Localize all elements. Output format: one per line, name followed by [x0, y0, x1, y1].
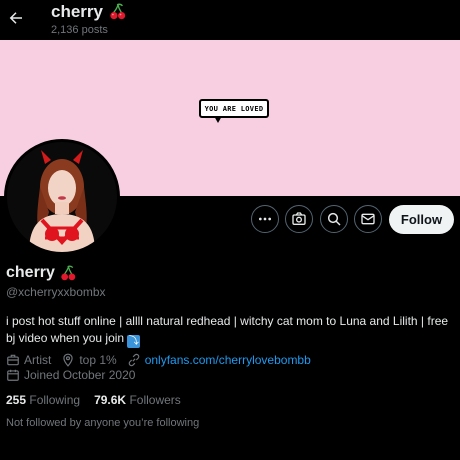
- joined-date: Joined October 2020: [24, 368, 136, 382]
- display-name-text: cherry: [6, 264, 55, 281]
- down-arrow-emoji-icon: ⤵: [127, 335, 141, 348]
- profile-website-link[interactable]: onlyfans.com/cherrylovebombb: [145, 353, 311, 367]
- envelope-icon: [361, 213, 375, 225]
- top-bar: cherry 2,136 posts: [0, 0, 460, 40]
- calendar-icon: [7, 369, 19, 381]
- avatar[interactable]: [4, 139, 120, 255]
- follow-button[interactable]: Follow: [389, 205, 454, 234]
- page-title: cherry: [51, 2, 127, 22]
- following-label: Following: [29, 393, 81, 407]
- back-arrow-icon[interactable]: [7, 9, 25, 27]
- cherry-emoji-icon: [110, 3, 126, 20]
- bio-text: i post hot stuff online | allll natural …: [6, 314, 449, 345]
- user-handle: @xcherryxxbombx: [6, 285, 106, 299]
- followers-stat[interactable]: 79.6K Followers: [94, 393, 181, 407]
- followers-count: 79.6K: [94, 393, 127, 407]
- page-title-text: cherry: [51, 2, 103, 21]
- banner-speech-bubble: YOU ARE LOVED: [199, 99, 269, 118]
- profile-category: Artist: [24, 353, 52, 367]
- followed-by-note: Not followed by anyone you’re following: [6, 417, 200, 429]
- search-profile-button[interactable]: [320, 205, 348, 233]
- display-name: cherry: [6, 264, 77, 282]
- briefcase-icon: [7, 354, 19, 366]
- search-icon: [327, 212, 341, 226]
- location-pin-icon: [63, 353, 74, 367]
- link-icon: [128, 353, 140, 367]
- followers-label: Followers: [129, 393, 181, 407]
- profile-meta-row: Artist top 1% onlyfans.com/cherrylovebom…: [6, 353, 311, 367]
- post-count: 2,136 posts: [51, 24, 108, 36]
- profile-location: top 1%: [79, 353, 117, 367]
- profile-bio: i post hot stuff online | allll natural …: [6, 313, 451, 348]
- cherry-emoji-icon: [61, 264, 76, 280]
- message-button[interactable]: [354, 205, 382, 233]
- more-horizontal-icon: [259, 217, 271, 221]
- camera-subscribe-icon: [292, 212, 306, 225]
- profile-joined-row: Joined October 2020: [6, 368, 135, 382]
- subscribe-button[interactable]: [285, 205, 313, 233]
- following-stat[interactable]: 255 Following: [6, 393, 80, 407]
- more-button[interactable]: [251, 205, 279, 233]
- follow-stats: 255 Following 79.6K Followers: [6, 393, 181, 407]
- following-count: 255: [6, 393, 27, 407]
- speech-bubble-tail: [214, 116, 222, 123]
- avatar-image: [7, 142, 117, 252]
